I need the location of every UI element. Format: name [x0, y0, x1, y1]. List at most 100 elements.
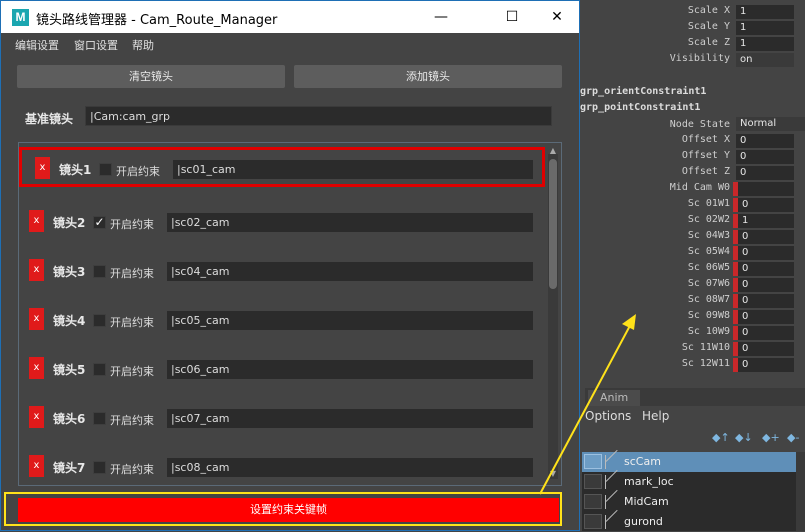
- attr-row: Scale Z: [600, 36, 730, 52]
- weight-field[interactable]: 0: [738, 358, 794, 372]
- enable-constraint-checkbox[interactable]: [93, 265, 106, 278]
- remove-item-icon[interactable]: ◆-: [787, 431, 799, 444]
- node-state-dropdown[interactable]: Normal: [736, 117, 805, 131]
- camera-name-field[interactable]: |sc07_cam: [167, 409, 533, 428]
- weight-field[interactable]: 0: [738, 310, 794, 324]
- offset-field[interactable]: 0: [736, 134, 794, 148]
- add-item-icon[interactable]: ◆+: [762, 431, 780, 444]
- weight-field[interactable]: 0: [738, 230, 794, 244]
- attr-row: Sc 05W4: [600, 245, 730, 261]
- add-camera-button[interactable]: 添加镜头: [294, 65, 562, 88]
- attr-label: Node State: [669, 119, 730, 130]
- weight-field[interactable]: 0: [738, 246, 794, 260]
- scale-x-field[interactable]: 1: [736, 5, 794, 19]
- transform-node-icon: [605, 455, 621, 469]
- delete-camera-button[interactable]: x: [29, 357, 44, 379]
- weight-field[interactable]: [738, 182, 794, 196]
- menu-window-settings[interactable]: 窗口设置: [74, 37, 118, 53]
- offset-field[interactable]: 0: [736, 166, 794, 180]
- enable-constraint-checkbox[interactable]: [93, 412, 106, 425]
- menu-help[interactable]: 帮助: [132, 37, 154, 53]
- outliner-scrollbar[interactable]: [796, 452, 805, 531]
- minimize-button[interactable]: —: [418, 1, 464, 33]
- attr-label: Scale Z: [687, 37, 730, 48]
- visibility-toggle[interactable]: [584, 454, 602, 469]
- delete-camera-button[interactable]: x: [29, 455, 44, 477]
- section-title[interactable]: grp_orientConstraint1: [580, 86, 706, 97]
- enable-constraint-checkbox[interactable]: [99, 163, 112, 176]
- menu-bar: 编辑设置 窗口设置 帮助: [1, 33, 579, 55]
- menu-options[interactable]: Options: [585, 409, 631, 423]
- outliner-item[interactable]: gurond: [582, 512, 805, 532]
- visibility-toggle[interactable]: [584, 494, 602, 509]
- outliner-item[interactable]: MidCam: [582, 492, 805, 512]
- attr-label: Visibility: [669, 53, 730, 64]
- attr-row: Sc 09W8: [600, 309, 730, 325]
- attr-label: Sc 01W1: [687, 198, 730, 209]
- maya-logo-icon: M: [12, 9, 29, 26]
- weight-field[interactable]: 0: [738, 326, 794, 340]
- menu-help[interactable]: Help: [642, 409, 669, 423]
- outliner-item-label: mark_loc: [624, 475, 674, 488]
- section-title[interactable]: grp_pointConstraint1: [580, 102, 700, 113]
- base-camera-field[interactable]: |Cam:cam_grp: [85, 106, 552, 126]
- scrollbar-thumb[interactable]: [549, 159, 557, 289]
- attr-row: Sc 07W6: [600, 277, 730, 293]
- enable-constraint-checkbox[interactable]: [93, 363, 106, 376]
- camera-label: 镜头4: [53, 314, 86, 328]
- attr-label: Scale Y: [687, 21, 730, 32]
- camera-name-field[interactable]: |sc06_cam: [167, 360, 533, 379]
- close-button[interactable]: ✕: [534, 1, 580, 33]
- camera-label: 镜头2: [53, 216, 86, 230]
- camera-name-field[interactable]: |sc05_cam: [167, 311, 533, 330]
- delete-camera-button[interactable]: x: [35, 157, 50, 179]
- camera-name-field[interactable]: |sc04_cam: [167, 262, 533, 281]
- move-up-icon[interactable]: ◆↑: [712, 431, 730, 444]
- scale-z-field[interactable]: 1: [736, 37, 794, 51]
- camera-label: 镜头3: [53, 265, 86, 279]
- scroll-down-arrow-icon[interactable]: ▼: [548, 470, 558, 478]
- delete-camera-button[interactable]: x: [29, 308, 44, 330]
- maximize-button[interactable]: ☐: [489, 1, 535, 33]
- attr-label: Sc 05W4: [687, 246, 730, 257]
- visibility-toggle[interactable]: [584, 514, 602, 529]
- weight-field[interactable]: 0: [738, 198, 794, 212]
- attr-row: Offset Y: [600, 149, 730, 165]
- tab-anim[interactable]: Anim: [588, 390, 640, 406]
- scale-y-field[interactable]: 1: [736, 21, 794, 35]
- delete-camera-button[interactable]: x: [29, 406, 44, 428]
- delete-camera-button[interactable]: x: [29, 259, 44, 281]
- attr-label: Sc 10W9: [687, 326, 730, 337]
- enable-constraint-label: 开启约束: [110, 267, 154, 280]
- weight-field[interactable]: 0: [738, 262, 794, 276]
- camera-row: x 镜头5 开启约束 |sc06_cam: [19, 348, 545, 388]
- camera-row: x 镜头4 开启约束 |sc05_cam: [19, 299, 545, 339]
- weight-field[interactable]: 0: [738, 278, 794, 292]
- enable-constraint-checkbox[interactable]: ✓: [93, 216, 106, 229]
- camera-name-field[interactable]: |sc01_cam: [173, 160, 533, 179]
- weight-field[interactable]: 0: [738, 294, 794, 308]
- enable-constraint-checkbox[interactable]: [93, 461, 106, 474]
- camera-name-field[interactable]: |sc02_cam: [167, 213, 533, 232]
- attr-row: Mid Cam W0: [600, 181, 730, 197]
- weight-field[interactable]: 0: [738, 342, 794, 356]
- attr-row: Node State: [600, 118, 730, 134]
- camera-row: x 镜头6 开启约束 |sc07_cam: [19, 397, 545, 437]
- menu-edit-settings[interactable]: 编辑设置: [15, 37, 59, 53]
- attr-row: Sc 11W10: [600, 341, 730, 357]
- weight-field[interactable]: 1: [738, 214, 794, 228]
- set-constraint-key-button[interactable]: 设置约束关键帧: [18, 498, 559, 522]
- move-down-icon[interactable]: ◆↓: [735, 431, 753, 444]
- outliner-item[interactable]: scCam: [582, 452, 805, 472]
- attr-label: Sc 08W7: [687, 294, 730, 305]
- delete-camera-button[interactable]: x: [29, 210, 44, 232]
- title-bar[interactable]: M 镜头路线管理器 - Cam_Route_Manager — ☐ ✕: [1, 1, 579, 33]
- clear-cameras-button[interactable]: 清空镜头: [17, 65, 285, 88]
- visibility-field[interactable]: on: [736, 53, 794, 67]
- offset-field[interactable]: 0: [736, 150, 794, 164]
- enable-constraint-checkbox[interactable]: [93, 314, 106, 327]
- camera-name-field[interactable]: |sc08_cam: [167, 458, 533, 477]
- window-title: 镜头路线管理器 - Cam_Route_Manager: [36, 13, 278, 28]
- visibility-toggle[interactable]: [584, 474, 602, 489]
- outliner-item[interactable]: mark_loc: [582, 472, 805, 492]
